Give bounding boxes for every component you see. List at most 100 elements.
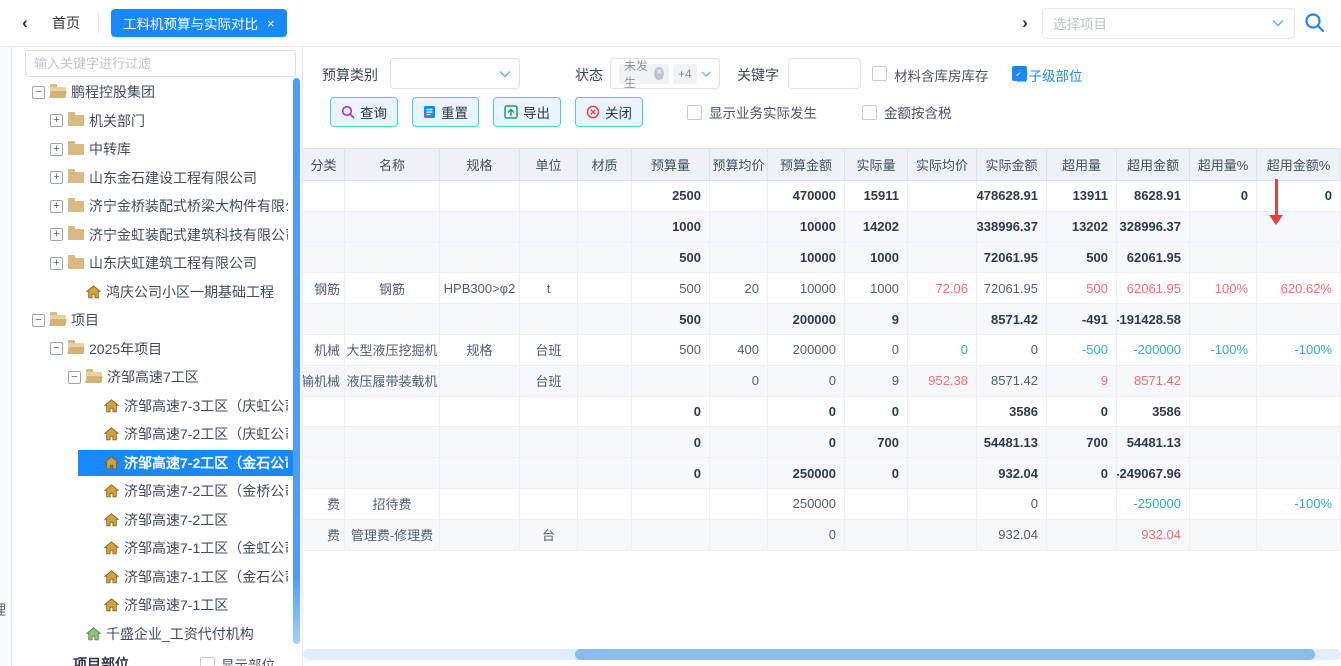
cell [578,181,632,211]
table-row[interactable]: 02500000932.040-249067.96 [303,458,1341,489]
cell [303,304,345,334]
tree-item[interactable]: 济邹高速7-2工区（金桥公司） [12,477,296,506]
cell [345,304,440,334]
collapse-toggle-icon[interactable]: − [50,342,63,355]
tree-item[interactable]: 济邹高速7-2工区（金石公司） [12,449,296,478]
forward-chevron-icon[interactable]: › [1010,13,1040,33]
table-row[interactable]: 运输机械液压履带装载机台班009952.388571.4298571.42 [303,366,1341,397]
column-header[interactable]: 超用量% [1190,149,1257,180]
tree-item[interactable]: +中转库 [12,135,296,164]
cell [440,243,520,273]
tax-included-checkbox[interactable] [862,105,877,120]
tree-item[interactable]: −济邹高速7工区 [12,363,296,392]
tree-item[interactable]: 千盛企业_工资代付机构 [12,620,296,649]
column-header[interactable]: 实际均价 [908,149,977,180]
table-row[interactable]: 10001000014202338996.3713202328996.37 [303,212,1341,243]
column-header[interactable]: 规格 [440,149,520,180]
tree-item[interactable]: 济邹高速7-2工区（庆虹公司） [12,420,296,449]
budget-category-select[interactable] [390,58,520,89]
collapsed-side-strip[interactable]: 理 [0,47,12,666]
search-icon[interactable] [1303,11,1327,35]
tree-item[interactable]: 济邹高速7-1工区（金石公司） [12,563,296,592]
cell [908,427,977,457]
tree-item[interactable]: +机关部门 [12,107,296,136]
tab-close-icon[interactable]: × [267,16,275,31]
comparison-table: 分类名称规格单位材质预算量预算均价预算金额实际量实际均价实际金额超用量超用金额超… [303,148,1341,551]
table-row[interactable]: 费招待费2500000-250000-100% [303,489,1341,520]
column-header[interactable]: 预算金额 [768,149,845,180]
tab-home[interactable]: 首页 [52,13,80,33]
collapse-toggle-icon[interactable]: − [68,371,81,384]
expand-toggle-icon[interactable]: + [50,143,63,156]
column-header[interactable]: 单位 [520,149,578,180]
tree-item[interactable]: 济邹高速7-1工区 [12,591,296,620]
top-bar: ‹ 首页 工料机预算与实际对比 × › 选择项目 [0,0,1341,47]
expand-toggle-icon[interactable]: + [50,114,63,127]
horizontal-scrollbar-track[interactable] [303,649,1341,660]
tree-item[interactable]: +山东金石建设工程有限公司 [12,164,296,193]
tab-active-budget-compare[interactable]: 工料机预算与实际对比 × [111,9,287,37]
sidebar-footer: 项目部位 显示部位 [12,648,303,666]
tree-scrollbar-thumb[interactable] [293,78,300,644]
column-header[interactable]: 预算均价 [710,149,768,180]
column-header[interactable]: 超用量 [1047,149,1117,180]
status-select[interactable]: 未发生×+4 [610,58,720,89]
column-header[interactable]: 预算量 [632,149,710,180]
tree-filter-input[interactable] [25,50,296,77]
material-stock-checkbox[interactable] [872,66,887,81]
table-row[interactable]: 50020000098571.42-491-191428.58 [303,304,1341,335]
column-header[interactable]: 材质 [578,149,632,180]
close-button[interactable]: 关闭 [575,97,643,127]
tree-item[interactable]: −项目 [12,306,296,335]
folder-icon [68,258,84,269]
tree-item[interactable]: +济宁金桥装配式桥梁大构件有限公司 [12,192,296,221]
expand-toggle-icon[interactable]: + [50,257,63,270]
table-row[interactable]: 机械大型液压挖掘机规格台班500400200000000-500-200000-… [303,335,1341,366]
status-tag[interactable]: 未发生× [619,64,669,84]
tree-item[interactable]: 济邹高速7-2工区 [12,506,296,535]
cell [520,458,578,488]
cell [1190,304,1257,334]
tree-item[interactable]: + 山东庆虹建筑工程有限公司 [12,249,296,278]
show-parts-checkbox[interactable] [200,657,215,666]
horizontal-scrollbar-thumb[interactable] [575,649,1315,660]
tree-item[interactable]: −鹏程控股集团 [12,78,296,107]
cell: 500 [632,304,710,334]
column-header[interactable]: 超用金额 [1117,149,1190,180]
tree-item-label: 山东庆虹建筑工程有限公司 [89,253,257,273]
keyword-input[interactable] [788,58,861,89]
reset-button[interactable]: 重置 [412,97,479,127]
column-header[interactable]: 实际量 [845,149,908,180]
collapse-toggle-icon[interactable]: − [32,86,45,99]
column-header[interactable]: 实际金额 [977,149,1047,180]
toolbar-row: 查询重置导出关闭 显示业务实际发生 金额按含税 [303,97,1341,127]
expand-toggle-icon[interactable]: + [50,228,63,241]
table-row[interactable]: 钢筋钢筋HPB300>φ2t5002010000100072.0672061.9… [303,273,1341,304]
back-chevron-icon[interactable]: ‹ [10,13,40,33]
table-row[interactable]: 0070054481.1370054481.13 [303,427,1341,458]
cell [1190,427,1257,457]
tree-item[interactable]: +济宁金虹装配式建筑科技有限公司 [12,221,296,250]
expand-toggle-icon[interactable]: + [50,200,63,213]
project-select[interactable]: 选择项目 [1042,8,1295,39]
column-header[interactable]: 超用金额% [1257,149,1341,180]
cell: 0 [908,335,977,365]
column-header[interactable]: 分类 [303,149,345,180]
export-button[interactable]: 导出 [493,97,561,127]
tree-item[interactable]: −2025年项目 [12,335,296,364]
table-row[interactable]: 50010000100072061.9550062061.95 [303,243,1341,274]
column-header[interactable]: 名称 [345,149,440,180]
table-row[interactable]: 费管理费-修理费台0932.04932.04 [303,520,1341,551]
tree-item[interactable]: 济邹高速7-1工区（金虹公司） [12,534,296,563]
cell [710,181,768,211]
show-actual-checkbox[interactable] [687,105,702,120]
status-tag[interactable]: +4 [673,64,697,84]
collapse-toggle-icon[interactable]: − [32,314,45,327]
table-row[interactable]: 000358603586 [303,397,1341,428]
tag-close-icon[interactable]: × [654,67,664,80]
expand-toggle-icon[interactable]: + [50,171,63,184]
tree-item[interactable]: 鸿庆公司小区一期基础工程 [12,278,296,307]
table-row[interactable]: 250047000015911478628.91139118628.9100 [303,181,1341,212]
query-button[interactable]: 查询 [330,97,398,127]
tree-item[interactable]: 济邹高速7-3工区（庆虹公司） [12,392,296,421]
